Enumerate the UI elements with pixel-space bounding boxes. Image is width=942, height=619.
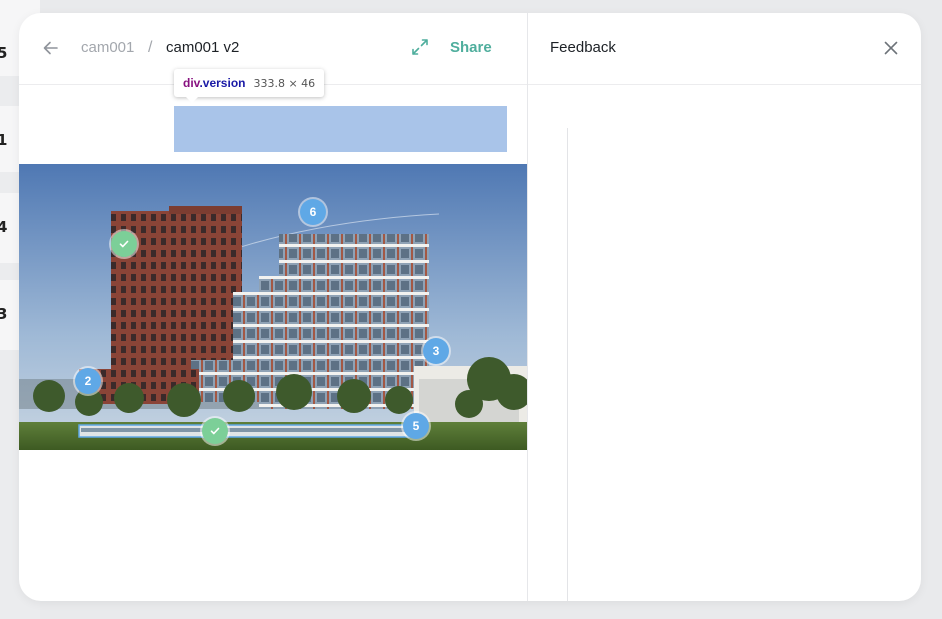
background-row-number: 3 [0, 305, 8, 323]
tooltip-dimensions: 333.8 × 46 [253, 77, 316, 90]
feedback-divider [567, 128, 568, 601]
breadcrumb-current: cam001 v2 [166, 39, 240, 56]
architectural-render-image[interactable]: 6 3 2 5 [19, 164, 527, 450]
share-button[interactable]: Share [450, 39, 492, 56]
annotation-marker[interactable]: 5 [403, 413, 429, 439]
feedback-header: Feedback [528, 13, 921, 85]
background-row-number: 5 [0, 44, 8, 62]
viewer-pane: cam001 / cam001 v2 Share div.version 333.… [19, 13, 528, 601]
background-row-number: 4 [0, 218, 8, 236]
annotation-marker-resolved[interactable] [111, 231, 137, 257]
review-modal: cam001 / cam001 v2 Share div.version 333.… [19, 13, 921, 601]
tooltip-class: .version [199, 76, 246, 90]
element-highlight [174, 106, 507, 152]
annotation-marker[interactable]: 6 [300, 199, 326, 225]
check-icon [210, 427, 220, 435]
check-icon [119, 240, 129, 248]
annotation-marker[interactable]: 3 [423, 338, 449, 364]
back-arrow-icon[interactable] [41, 38, 61, 58]
breadcrumb-parent[interactable]: cam001 [81, 39, 134, 56]
background-row-number: 1 [0, 131, 8, 149]
expand-icon[interactable] [410, 37, 430, 57]
annotation-marker-resolved[interactable] [202, 418, 228, 444]
annotation-marker[interactable]: 2 [75, 368, 101, 394]
tooltip-tag: div [183, 76, 200, 90]
breadcrumb-separator: / [148, 39, 153, 56]
feedback-title: Feedback [550, 39, 616, 56]
close-icon[interactable] [882, 39, 900, 57]
inspector-tooltip: div.version 333.8 × 46 [174, 69, 325, 103]
